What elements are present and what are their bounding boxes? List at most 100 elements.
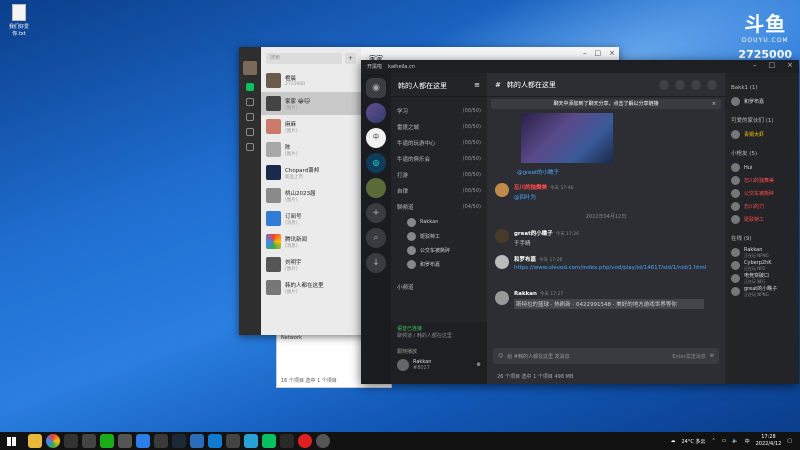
notification-icon[interactable]: ▢ [787,438,792,444]
voice-member[interactable]: 公交车被撕碎 [391,243,487,257]
close-icon[interactable]: × [787,61,793,69]
message-author[interactable]: Rakkan [514,291,537,297]
close-icon[interactable]: × [712,99,716,109]
member-item[interactable]: 斑驳特工 [731,213,793,226]
channel-item[interactable]: 牛逼的俱乐会 (00/50) [391,151,487,167]
home-icon[interactable]: ◉ [366,78,386,98]
member-item[interactable]: Cyberp2hK 正在玩 NP2 [731,259,793,272]
ime-icon[interactable]: 中 [745,438,750,445]
notice-bar[interactable]: 聊天中添加到了聊天分享，点击了解以分享链接 × [491,99,721,109]
add-icon[interactable]: + [345,52,356,64]
app-icon[interactable] [244,434,258,448]
channel-item[interactable]: 自律 (00/50) [391,183,487,199]
member-item[interactable]: 公交车被撕碎 [731,187,793,200]
member-item[interactable]: 忘川的刀 [731,200,793,213]
app-icon[interactable] [100,434,114,448]
server-header[interactable]: 韩的人都在这里 ≡ [391,73,487,97]
channel-item[interactable]: 雷霆之城 (00/50) [391,119,487,135]
kaiheila-window[interactable]: 开黑啦 kaiheila.cn – □ × ◉ 中 ◎ + ⌕ ↓ 韩的人都在这… [361,60,799,384]
maximize-icon[interactable]: □ [595,49,602,57]
chrome-icon[interactable] [46,434,60,448]
desktop-file-icon[interactable]: 我们好爱你.txt [6,4,32,37]
app-icon[interactable] [316,434,330,448]
message-author[interactable]: 和罗布嘉 [514,257,536,263]
weather-icon[interactable]: ☁ [670,438,675,444]
explorer-network-item[interactable]: Network [281,335,302,341]
member-item[interactable]: Rakkan 正在玩 NPNG [731,246,793,259]
file-explorer-icon[interactable] [28,434,42,448]
menu-icon[interactable]: ≡ [474,81,480,89]
member-item[interactable]: 忘川的独舞美 [731,174,793,187]
close-icon[interactable]: × [609,49,615,57]
channel-item[interactable]: 牛逼的玩游中心 (00/50) [391,135,487,151]
app-icon[interactable] [118,434,132,448]
steam-icon[interactable] [172,434,186,448]
message-link[interactable]: https://www.olevod.com/index.php/vod/pla… [514,265,714,271]
channel-item[interactable]: 打游 (00/50) [391,167,487,183]
avatar[interactable] [397,359,409,371]
weather-text[interactable]: 24°C 多云 [681,438,705,445]
avatar[interactable] [495,291,509,305]
list-item[interactable]: 韩的人都在这里 [图片] [261,276,361,299]
member-item[interactable]: Hui [731,161,793,174]
network-icon[interactable]: ▭ [722,438,727,444]
add-server-icon[interactable]: + [366,203,386,223]
server-icon[interactable] [366,178,386,198]
pin-icon[interactable] [675,79,685,90]
list-item[interactable]: Chopard萧邦 新品上市 [261,161,361,184]
list-item[interactable]: 橙晨 2725000 [261,69,361,92]
member-item[interactable]: great的小瞧子 正在玩 NPNG [731,285,793,298]
bell-icon[interactable] [659,79,669,90]
settings-icon[interactable]: ⚙ [477,362,481,368]
app-icon[interactable] [154,434,168,448]
contacts-icon[interactable] [246,98,254,106]
start-button[interactable] [0,432,22,450]
list-item[interactable]: 腾讯新闻 [消息] [261,230,361,253]
voice-member[interactable]: 斑驳特工 [391,229,487,243]
clock[interactable]: 17:28 2022/4/12 [756,434,782,448]
member-item[interactable]: 青铜大虾 [731,128,793,141]
message-author[interactable]: 忘川的独舞美 [514,185,547,191]
app-icon[interactable] [136,434,150,448]
voice-member[interactable]: Rakkan [391,215,487,229]
wechat-icon[interactable] [262,434,276,448]
channel-item[interactable]: 小频道 [391,279,487,295]
up-arrow-icon[interactable]: ⌃ [711,438,715,444]
app-icon[interactable] [64,434,78,448]
plus-icon[interactable]: ⊕ [710,353,714,359]
shared-image[interactable] [521,113,613,163]
member-item[interactable]: 电竞突破口 正在玩 脚行 [731,272,793,285]
app-icon[interactable] [208,434,222,448]
server-icon[interactable]: ◎ [366,153,386,173]
emoji-icon[interactable]: ☺ [498,353,503,359]
chat-icon[interactable] [246,83,254,91]
channel-item[interactable]: 学习 (00/50) [391,103,487,119]
list-item[interactable]: 陈 [图片] [261,138,361,161]
download-icon[interactable]: ↓ [366,253,386,273]
app-icon[interactable] [82,434,96,448]
list-item[interactable]: 家家 😂🐱 [图片] [261,92,361,115]
favorites-icon[interactable] [246,113,254,121]
avatar[interactable] [243,61,257,75]
message-author[interactable]: great的小瞧子 [514,231,553,237]
minimize-icon[interactable]: – [753,61,757,69]
avatar[interactable] [495,255,509,269]
avatar[interactable] [495,229,509,243]
member-item[interactable]: 和罗布嘉 [731,95,793,108]
volume-icon[interactable]: 🔈 [732,438,738,444]
minimize-icon[interactable]: – [583,49,587,57]
members-icon[interactable] [691,79,701,90]
list-item[interactable]: 麻麻 [图片] [261,115,361,138]
search-icon[interactable]: ⌕ [366,228,386,248]
voice-member[interactable]: 和罗布嘉 [391,257,487,271]
app-icon[interactable] [190,434,204,448]
moments-icon[interactable] [246,143,254,151]
netease-music-icon[interactable] [298,434,312,448]
search-icon[interactable] [707,79,717,90]
app-icon[interactable] [226,434,240,448]
channel-item[interactable]: 聊频道 (04/50) [391,199,487,215]
search-input[interactable]: 搜索 [266,52,342,64]
server-icon[interactable] [366,103,386,123]
folder-icon[interactable] [246,128,254,136]
server-icon[interactable]: 中 [366,128,386,148]
